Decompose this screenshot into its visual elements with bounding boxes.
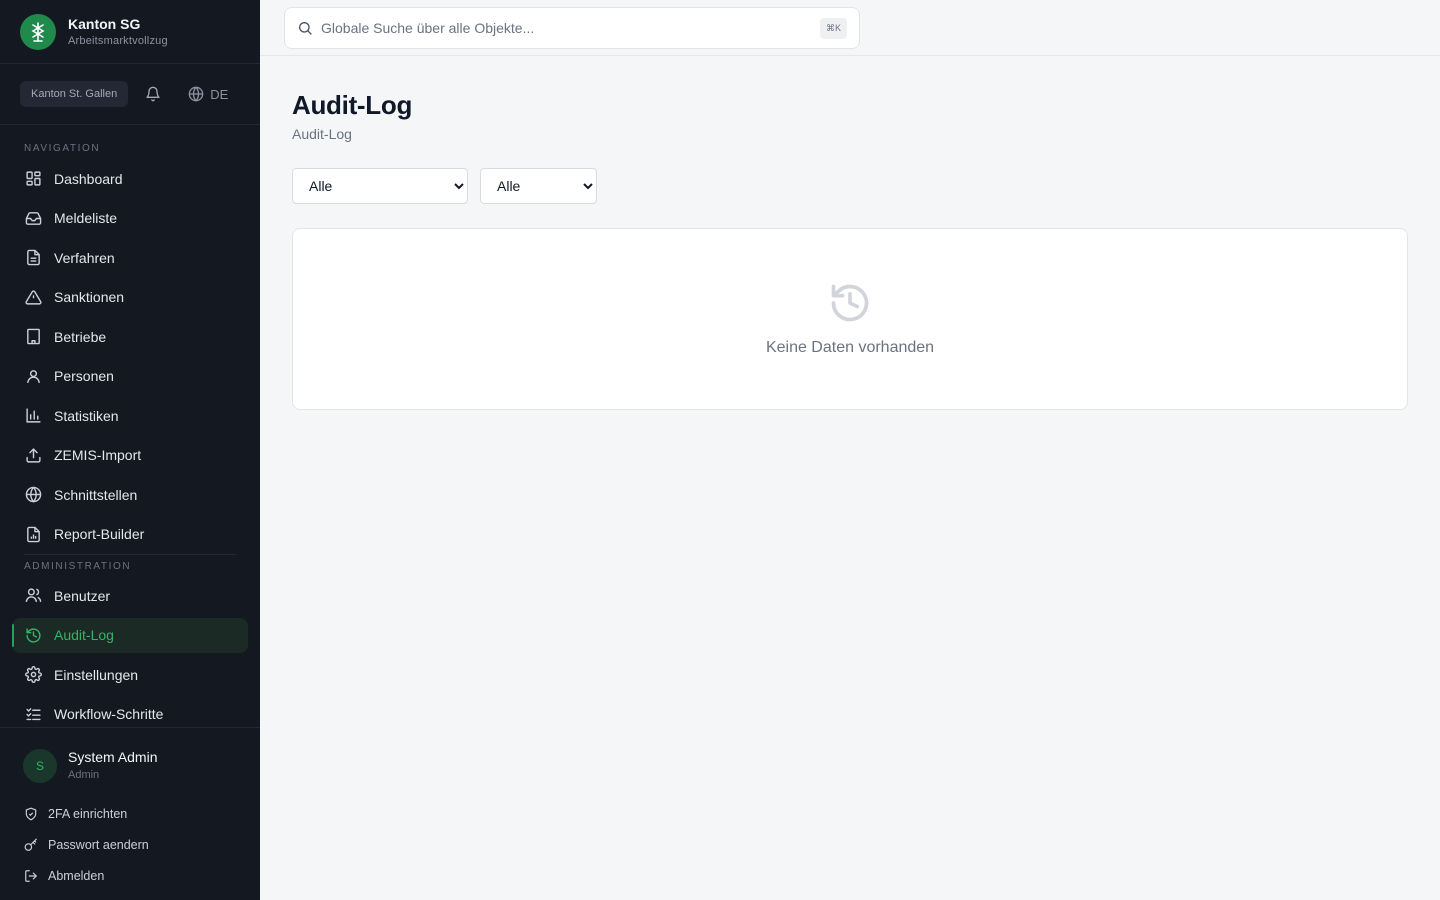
document-icon <box>24 249 42 267</box>
history-icon <box>24 626 42 644</box>
page-subtitle: Audit-Log <box>292 126 352 142</box>
grid-icon <box>24 170 42 188</box>
admin-section-label: ADMINISTRATION <box>24 561 132 572</box>
sidebar-item-label: Sanktionen <box>54 289 125 305</box>
sidebar-item-audit-log[interactable]: Audit-Log <box>12 617 248 653</box>
main-nav: Dashboard Meldeliste Verfahren Sanktione… <box>0 161 260 552</box>
empty-state-card: Keine Daten vorhanden <box>292 228 1408 410</box>
sidebar: Kanton SG Arbeitsmarktvollzug Kanton St.… <box>0 0 260 900</box>
sidebar-item-label: Betriebe <box>54 328 107 345</box>
inbox-icon <box>24 209 42 227</box>
logout-link[interactable]: Abmelden <box>0 860 260 891</box>
main-content: Audit-Log Audit-Log Alle Alle Keine Date… <box>292 56 1408 410</box>
globe-icon <box>188 86 204 102</box>
nav-section-label: NAVIGATION <box>24 143 101 154</box>
admin-nav: Benutzer Audit-Log Einstellungen Workflo… <box>0 578 260 732</box>
change-password-label: Passwort aendern <box>48 837 149 852</box>
users-icon <box>24 587 42 605</box>
sidebar-item-verfahren[interactable]: Verfahren <box>12 240 248 275</box>
sidebar-item-schnittstellen[interactable]: Schnittstellen <box>12 477 248 512</box>
sidebar-item-label: Schnittstellen <box>54 486 138 503</box>
sidebar-item-statistiken[interactable]: Statistiken <box>12 398 248 433</box>
history-icon <box>828 281 872 325</box>
user-panel: S System Admin Admin 2FA einrichten Pass… <box>0 727 260 900</box>
topbar: ⌘K <box>260 0 1440 56</box>
sidebar-item-meldeliste[interactable]: Meldeliste <box>12 201 248 236</box>
setup-2fa-label: 2FA einrichten <box>48 806 128 821</box>
sidebar-item-label: Meldeliste <box>54 210 118 226</box>
gear-icon <box>24 666 42 684</box>
logout-icon <box>24 869 38 883</box>
sidebar-item-label: Einstellungen <box>54 666 139 683</box>
upload-icon <box>24 446 42 464</box>
global-search[interactable]: ⌘K <box>284 7 860 49</box>
sidebar-item-sanktionen[interactable]: Sanktionen <box>12 280 248 315</box>
setup-2fa-link[interactable]: 2FA einrichten <box>0 798 260 829</box>
user-role: Admin <box>68 769 100 781</box>
sidebar-item-label: Dashboard <box>54 170 123 187</box>
language-switcher[interactable]: DE <box>188 86 228 102</box>
report-icon <box>24 525 42 543</box>
filter-select-1[interactable]: Alle <box>292 168 468 204</box>
bell-icon[interactable] <box>144 85 162 103</box>
change-password-link[interactable]: Passwort aendern <box>0 829 260 860</box>
sidebar-item-benutzer[interactable]: Benutzer <box>12 578 248 613</box>
sidebar-item-einstellungen[interactable]: Einstellungen <box>12 657 248 692</box>
nav-divider <box>24 554 236 555</box>
page-title: Audit-Log <box>292 90 413 120</box>
empty-state-text: Keine Daten vorhanden <box>765 339 935 356</box>
sidebar-item-label: ZEMIS-Import <box>54 447 142 463</box>
canton-selector[interactable]: Kanton St. Gallen <box>20 81 129 107</box>
sidebar-item-label: Audit-Log <box>54 627 114 643</box>
warning-icon <box>24 288 42 306</box>
language-label: DE <box>210 86 229 102</box>
checklist-icon <box>24 705 42 723</box>
filter-bar: Alle Alle <box>292 168 1408 204</box>
canton-logo-icon <box>20 13 56 50</box>
avatar: S <box>23 749 57 783</box>
logout-label: Abmelden <box>48 868 105 883</box>
sidebar-item-label: Verfahren <box>54 249 115 266</box>
sidebar-item-betriebe[interactable]: Betriebe <box>12 319 248 354</box>
key-icon <box>24 838 38 852</box>
sidebar-item-zemis-import[interactable]: ZEMIS-Import <box>12 438 248 473</box>
brand[interactable]: Kanton SG Arbeitsmarktvollzug <box>0 0 260 64</box>
search-shortcut-badge: ⌘K <box>819 17 847 39</box>
filter-select-2[interactable]: Alle <box>480 168 597 204</box>
building-icon <box>24 328 42 346</box>
brand-subtitle: Arbeitsmarktvollzug <box>68 34 168 47</box>
sidebar-item-label: Personen <box>54 368 114 384</box>
sidebar-toolbar: Kanton St. Gallen DE <box>0 64 260 125</box>
sidebar-item-label: Statistiken <box>54 407 119 424</box>
user-profile[interactable]: S System Admin Admin <box>0 748 260 784</box>
bar-chart-icon <box>24 407 42 425</box>
sidebar-item-label: Benutzer <box>54 587 111 604</box>
shield-check-icon <box>24 807 38 821</box>
sidebar-item-label: Workflow-Schritte <box>54 706 164 722</box>
sidebar-item-label: Report-Builder <box>54 526 145 542</box>
search-icon <box>297 20 313 36</box>
brand-title: Kanton SG <box>68 15 141 32</box>
globe-icon <box>24 486 42 504</box>
sidebar-item-dashboard[interactable]: Dashboard <box>12 161 248 196</box>
search-input[interactable] <box>321 20 820 36</box>
user-icon <box>24 367 42 385</box>
sidebar-item-report-builder[interactable]: Report-Builder <box>12 517 248 552</box>
sidebar-item-personen[interactable]: Personen <box>12 359 248 394</box>
user-name: System Admin <box>68 749 158 765</box>
